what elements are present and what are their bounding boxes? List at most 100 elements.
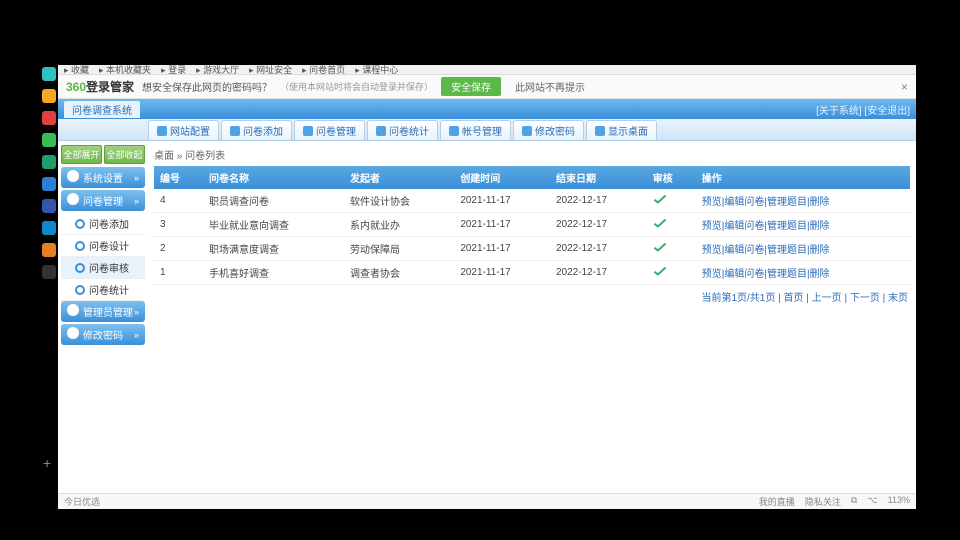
never-prompt-button[interactable]: 此网站不再提示 xyxy=(509,77,591,96)
left-icon-4[interactable] xyxy=(42,155,56,169)
tab-icon xyxy=(449,126,459,136)
left-icon-5[interactable] xyxy=(42,177,56,191)
cell-owner: 劳动保障局 xyxy=(344,237,454,261)
browser-statusbar: 今日优选 我的直播 隐私关注 ⧉ ⌥ 113% xyxy=(58,493,916,509)
bookmark-0[interactable]: ▸ 收藏 xyxy=(64,63,89,76)
browser-viewport: ▸ 收藏▸ 本机收藏夹▸ 登录▸ 游戏大厅▸ 网址安全▸ 问卷首页▸ 课程中心 … xyxy=(58,65,916,509)
status-left[interactable]: 今日优选 xyxy=(64,495,100,508)
sidebar-group-2[interactable]: 管理员管理» xyxy=(61,301,145,322)
sidebar-item-1-3[interactable]: 问卷统计 xyxy=(61,279,145,301)
status-download-icon[interactable]: ⧉ xyxy=(851,495,857,508)
cell-end: 2022-12-17 xyxy=(550,189,647,213)
bullet-icon xyxy=(75,263,85,273)
tab-icon xyxy=(522,126,532,136)
sidebar-group-0[interactable]: 系统设置» xyxy=(61,167,145,188)
cell-audit-check-icon[interactable] xyxy=(647,261,696,285)
pagination[interactable]: 当前第1页/共1页 | 首页 | 上一页 | 下一页 | 末页 xyxy=(154,285,910,308)
sidebar-item-1-2[interactable]: 问卷审核 xyxy=(61,257,145,279)
close-icon[interactable]: × xyxy=(901,80,908,94)
module-tab-bar: 网站配置问卷添加问卷管理问卷统计帐号管理修改密码显示桌面 xyxy=(58,119,916,141)
new-tab-plus-icon[interactable]: + xyxy=(43,455,51,471)
col-0: 编号 xyxy=(154,166,203,189)
tab-icon xyxy=(230,126,240,136)
safe-save-button[interactable]: 安全保存 xyxy=(441,77,501,96)
cell-name: 手机喜好调查 xyxy=(203,261,344,285)
cell-ops[interactable]: 预览|编辑问卷|管理题目|删除 xyxy=(696,213,910,237)
table-row: 1手机喜好调查调查者协会2021-11-172022-12-17预览|编辑问卷|… xyxy=(154,261,910,285)
col-2: 发起者 xyxy=(344,166,454,189)
col-6: 操作 xyxy=(696,166,910,189)
status-live[interactable]: 我的直播 xyxy=(759,495,795,508)
sidebar: 全部展开 全部收起 系统设置»问卷管理»问卷添加问卷设计问卷审核问卷统计管理员管… xyxy=(58,141,148,509)
bookmark-4[interactable]: ▸ 网址安全 xyxy=(249,63,292,76)
left-icon-0[interactable] xyxy=(42,67,56,81)
left-icon-8[interactable] xyxy=(42,243,56,257)
tab-icon xyxy=(157,126,167,136)
sidebar-groups: 系统设置»问卷管理»问卷添加问卷设计问卷审核问卷统计管理员管理»修改密码» xyxy=(61,167,145,345)
sidebar-item-1-1[interactable]: 问卷设计 xyxy=(61,235,145,257)
content-area: 桌面 » 问卷列表 编号问卷名称发起者创建时间结束日期审核操作 4职员调查问卷软… xyxy=(148,141,916,509)
system-title-tab[interactable]: 问卷调查系统 xyxy=(64,101,140,118)
cell-audit-check-icon[interactable] xyxy=(647,213,696,237)
table-row: 4职员调查问卷软件设计协会2021-11-172022-12-17预览|编辑问卷… xyxy=(154,189,910,213)
tab-6[interactable]: 显示桌面 xyxy=(586,120,657,140)
cell-owner: 调查者协会 xyxy=(344,261,454,285)
bullet-icon xyxy=(75,241,85,251)
sidebar-group-3[interactable]: 修改密码» xyxy=(61,324,145,345)
cell-ops[interactable]: 预览|编辑问卷|管理题目|删除 xyxy=(696,189,910,213)
status-tools-icon[interactable]: ⌥ xyxy=(867,495,877,508)
tab-1[interactable]: 问卷添加 xyxy=(221,120,292,140)
table-header-row: 编号问卷名称发起者创建时间结束日期审核操作 xyxy=(154,166,910,189)
sidebar-item-1-0[interactable]: 问卷添加 xyxy=(61,213,145,235)
cell-end: 2022-12-17 xyxy=(550,237,647,261)
cell-ops[interactable]: 预览|编辑问卷|管理题目|删除 xyxy=(696,261,910,285)
tab-icon xyxy=(303,126,313,136)
tab-0[interactable]: 网站配置 xyxy=(148,120,219,140)
collapse-all-button[interactable]: 全部收起 xyxy=(104,145,145,164)
cell-id: 4 xyxy=(154,189,203,213)
col-3: 创建时间 xyxy=(454,166,550,189)
tab-icon xyxy=(595,126,605,136)
table-row: 3毕业就业意向调查系内就业办2021-11-172022-12-17预览|编辑问… xyxy=(154,213,910,237)
tab-3[interactable]: 问卷统计 xyxy=(367,120,438,140)
left-icon-3[interactable] xyxy=(42,133,56,147)
questionnaire-table: 编号问卷名称发起者创建时间结束日期审核操作 4职员调查问卷软件设计协会2021-… xyxy=(154,166,910,285)
left-icon-7[interactable] xyxy=(42,221,56,235)
browser-left-iconbar xyxy=(40,65,58,495)
titlebar-right-links[interactable]: [关于系统] [安全退出] xyxy=(816,102,910,117)
password-save-bar: 360登录管家 想安全保存此网页的密码吗？ （使用本网站时将会自动登录并保存） … xyxy=(58,75,916,99)
bullet-icon xyxy=(75,285,85,295)
cell-created: 2021-11-17 xyxy=(454,261,550,285)
status-zoom[interactable]: 113% xyxy=(888,495,910,508)
cell-created: 2021-11-17 xyxy=(454,189,550,213)
cell-audit-check-icon[interactable] xyxy=(647,237,696,261)
left-icon-1[interactable] xyxy=(42,89,56,103)
bookmark-2[interactable]: ▸ 登录 xyxy=(161,63,186,76)
360-logo: 360登录管家 xyxy=(66,78,134,95)
tab-4[interactable]: 帐号管理 xyxy=(440,120,511,140)
bookmark-3[interactable]: ▸ 游戏大厅 xyxy=(196,63,239,76)
cell-ops[interactable]: 预览|编辑问卷|管理题目|删除 xyxy=(696,237,910,261)
col-5: 审核 xyxy=(647,166,696,189)
status-privacy[interactable]: 隐私关注 xyxy=(805,495,841,508)
browser-bookmark-strip[interactable]: ▸ 收藏 ▸ 本机收藏夹 ▸ 登录 ▸ 游戏大厅 ▸ 网址安全 ▸ 问卷首页 ▸ 课程中心 xyxy=(58,65,916,75)
bookmark-6[interactable]: ▸ 课程中心 xyxy=(355,63,398,76)
tab-5[interactable]: 修改密码 xyxy=(513,120,584,140)
expand-all-button[interactable]: 全部展开 xyxy=(61,145,102,164)
table-row: 2职场满意度调查劳动保障局2021-11-172022-12-17预览|编辑问卷… xyxy=(154,237,910,261)
sidebar-group-1[interactable]: 问卷管理» xyxy=(61,190,145,211)
bookmark-5[interactable]: ▸ 问卷首页 xyxy=(302,63,345,76)
cell-audit-check-icon[interactable] xyxy=(647,189,696,213)
left-icon-6[interactable] xyxy=(42,199,56,213)
col-1: 问卷名称 xyxy=(203,166,344,189)
bullet-icon xyxy=(75,219,85,229)
left-icon-9[interactable] xyxy=(42,265,56,279)
save-question: 想安全保存此网页的密码吗？ xyxy=(142,79,272,94)
breadcrumb: 桌面 » 问卷列表 xyxy=(154,145,910,166)
cell-end: 2022-12-17 xyxy=(550,213,647,237)
col-4: 结束日期 xyxy=(550,166,647,189)
cell-created: 2021-11-17 xyxy=(454,237,550,261)
bookmark-1[interactable]: ▸ 本机收藏夹 xyxy=(99,63,151,76)
tab-2[interactable]: 问卷管理 xyxy=(294,120,365,140)
left-icon-2[interactable] xyxy=(42,111,56,125)
